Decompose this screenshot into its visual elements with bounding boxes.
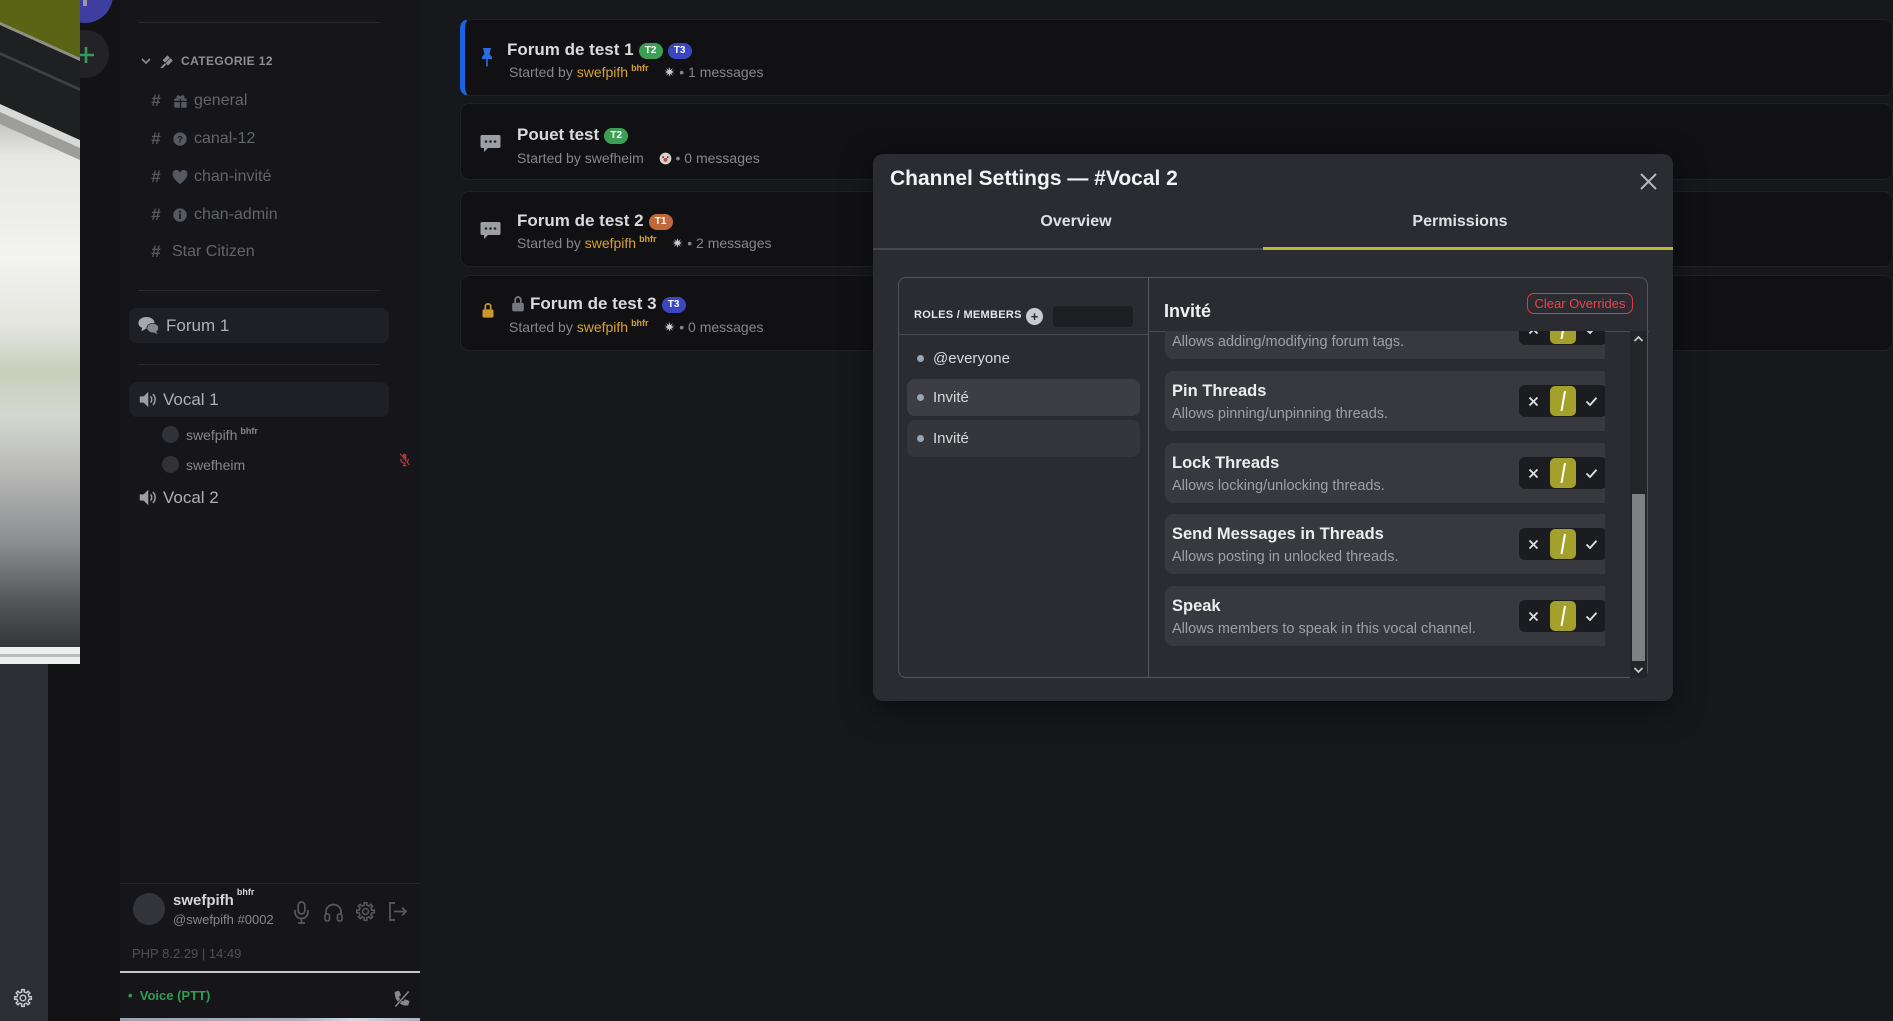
svg-text:?: ? [177, 134, 183, 144]
